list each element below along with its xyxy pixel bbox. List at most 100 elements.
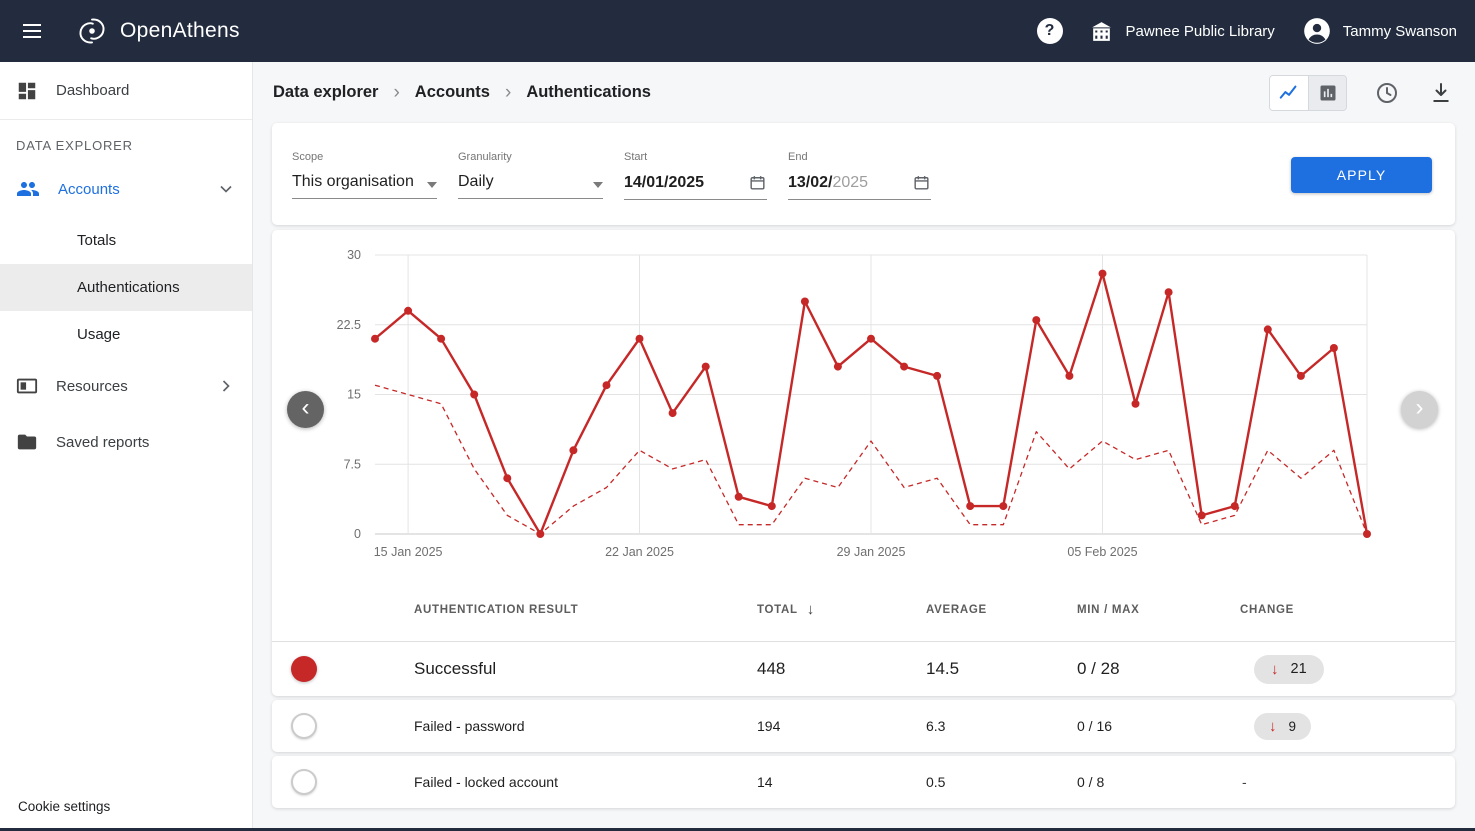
clock-icon [1375,81,1399,105]
series-toggle-failed-locked[interactable] [291,769,317,795]
row-label: Failed - locked account [414,774,757,790]
line-chart-view-button[interactable] [1270,76,1308,110]
row-label: Successful [414,659,757,679]
person-icon [1303,17,1331,45]
top-app-bar: OpenAthens ? Pawnee Public Library Tammy… [0,0,1475,62]
breadcrumb-separator-icon: › [393,82,399,104]
end-date-label: End [788,151,931,163]
sidebar-item-resources[interactable]: Resources [0,358,252,414]
sidebar-item-saved-reports[interactable]: Saved reports [0,414,252,470]
row-min-max: 0 / 16 [1077,718,1240,734]
openathens-logo-icon [74,13,110,49]
sidebar-subitem-label: Totals [77,232,116,249]
granularity-select[interactable]: Daily [458,173,603,199]
svg-text:15: 15 [347,388,361,402]
view-toolbar [1269,75,1455,111]
svg-text:22 Jan 2025: 22 Jan 2025 [605,545,674,559]
sort-desc-icon[interactable]: ↓ [807,601,815,618]
authentications-chart-card: 07.51522.53015 Jan 202522 Jan 202529 Jan… [272,230,1455,696]
end-date-field: End 13/02/2025 [788,151,931,200]
change-down-icon: ↓ [1269,718,1277,735]
row-average: 14.5 [926,659,1077,679]
table-header: AUTHENTICATION RESULT TOTAL ↓ AVERAGE MI… [272,578,1455,642]
granularity-label: Granularity [458,151,603,163]
authentications-line-chart[interactable]: 07.51522.53015 Jan 202522 Jan 202529 Jan… [272,230,1455,560]
bar-chart-view-button[interactable] [1308,76,1346,110]
schedule-button[interactable] [1373,79,1401,107]
chart-next-button[interactable]: › [1401,391,1438,428]
user-menu[interactable]: Tammy Swanson [1303,17,1457,45]
calendar-icon[interactable] [748,173,767,192]
hamburger-icon [20,19,44,43]
table-row-successful[interactable]: Successful 448 14.5 0 / 28 ↓ 21 [272,642,1455,696]
end-date-value: 13/02/2025 [788,174,868,192]
calendar-icon[interactable] [912,173,931,192]
sidebar-item-totals[interactable]: Totals [0,217,252,264]
organisation-switcher[interactable]: Pawnee Public Library [1089,19,1275,44]
row-total: 448 [757,659,926,679]
header-total[interactable]: TOTAL ↓ [757,601,926,618]
row-label: Failed - password [414,718,757,734]
scope-field: Scope This organisation [292,151,437,199]
chart-prev-button[interactable]: ‹ [287,391,324,428]
header-change[interactable]: CHANGE [1240,604,1455,616]
help-icon[interactable]: ? [1037,18,1063,44]
sidebar-section-label: DATA EXPLORER [0,120,252,161]
sidebar-item-label: Resources [56,378,128,395]
brand[interactable]: OpenAthens [74,13,240,49]
header-authentication-result[interactable]: AUTHENTICATION RESULT [414,604,757,616]
sidebar-item-usage[interactable]: Usage [0,311,252,358]
scope-label: Scope [292,151,437,163]
resources-icon [16,375,38,397]
dropdown-caret-icon [427,182,437,193]
change-down-icon: ↓ [1271,661,1279,678]
sidebar-item-label: Dashboard [56,82,129,99]
svg-text:29 Jan 2025: 29 Jan 2025 [837,545,906,559]
cookie-settings-link[interactable]: Cookie settings [18,799,110,814]
dashboard-icon [16,80,38,102]
download-button[interactable] [1427,79,1455,107]
series-toggle-successful[interactable] [291,656,317,682]
row-min-max: 0 / 28 [1077,659,1240,679]
change-value: 9 [1289,719,1297,734]
breadcrumb-accounts[interactable]: Accounts [415,83,490,102]
sidebar-item-accounts[interactable]: Accounts [0,161,252,217]
chevron-down-icon [216,179,236,199]
start-date-value: 14/01/2025 [624,174,704,192]
start-date-field: Start 14/01/2025 [624,151,767,200]
chart-view-toggle [1269,75,1347,111]
sidebar-item-dashboard[interactable]: Dashboard [0,62,252,120]
granularity-value: Daily [458,173,494,191]
end-date-input[interactable]: 13/02/2025 [788,173,931,200]
table-row-failed-locked-account[interactable]: Failed - locked account 14 0.5 0 / 8 - [272,756,1455,808]
start-date-input[interactable]: 14/01/2025 [624,173,767,200]
breadcrumb-data-explorer[interactable]: Data explorer [273,83,378,102]
people-icon [16,177,40,201]
svg-text:30: 30 [347,248,361,262]
scope-select[interactable]: This organisation [292,173,437,199]
bar-chart-icon [1318,83,1338,103]
sidebar: Dashboard DATA EXPLORER Accounts Totals … [0,62,253,828]
menu-icon[interactable] [10,9,54,53]
change-badge: ↓ 9 [1254,713,1311,740]
header-min-max[interactable]: MIN / MAX [1077,604,1240,616]
header-average[interactable]: AVERAGE [926,604,1077,616]
row-min-max: 0 / 8 [1077,774,1240,790]
user-name: Tammy Swanson [1343,23,1457,40]
svg-text:22.5: 22.5 [337,318,361,332]
sidebar-subitem-label: Authentications [77,279,180,296]
scope-value: This organisation [292,173,414,191]
dropdown-caret-icon [593,182,603,193]
row-average: 6.3 [926,718,1077,734]
series-toggle-failed-password[interactable] [291,713,317,739]
folder-icon [16,431,38,453]
chevron-right-icon [216,376,236,396]
table-row-failed-password[interactable]: Failed - password 194 6.3 0 / 16 ↓ 9 [272,700,1455,752]
main-content: Data explorer › Accounts › Authenticatio… [254,62,1475,828]
download-icon [1429,81,1453,105]
sidebar-item-label: Accounts [58,181,120,198]
sidebar-item-authentications[interactable]: Authentications [0,264,252,311]
apply-button[interactable]: APPLY [1291,157,1432,193]
change-badge: ↓ 21 [1254,655,1324,684]
breadcrumb: Data explorer › Accounts › Authenticatio… [254,62,1475,123]
